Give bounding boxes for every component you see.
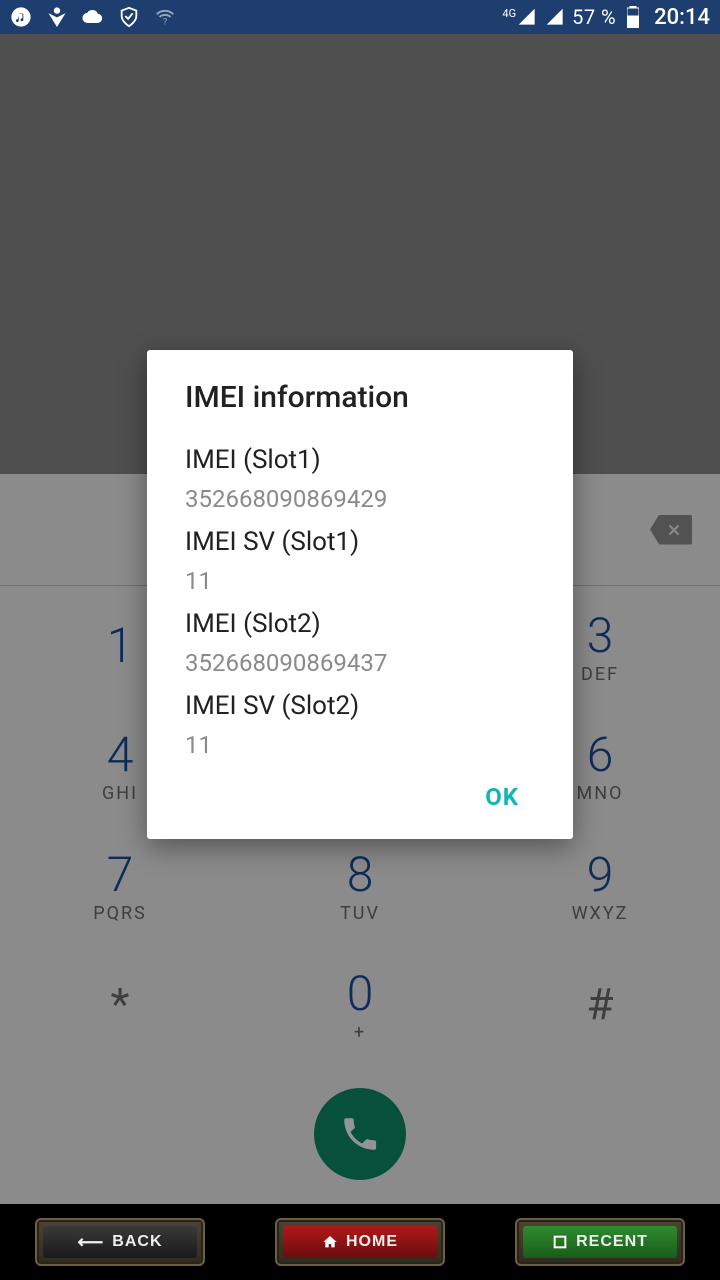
ok-button[interactable]: OK: [469, 775, 535, 819]
shield-check-icon: [118, 6, 140, 28]
nav-home-label: HOME: [346, 1233, 398, 1251]
battery-icon: [622, 6, 644, 28]
imeisv-slot2-value: 11: [185, 731, 535, 759]
battery-percent: 57 %: [572, 5, 616, 29]
status-bar: ? 4G 57 % 20:14: [0, 0, 720, 34]
status-right: 4G 57 % 20:14: [502, 5, 710, 30]
recent-icon: [552, 1234, 568, 1250]
nav-home-button[interactable]: HOME: [275, 1218, 445, 1266]
imei-slot2-value: 352668090869437: [185, 649, 535, 677]
network-type-label: 4G: [502, 9, 516, 19]
person-icon: [46, 6, 68, 28]
nav-back-button[interactable]: ⟵ BACK: [35, 1218, 205, 1266]
nav-recent-button[interactable]: RECENT: [515, 1218, 685, 1266]
cloud-icon: [82, 6, 104, 28]
status-left: ?: [10, 6, 176, 28]
music-note-icon: [10, 6, 32, 28]
imei-slot1-value: 352668090869429: [185, 485, 535, 513]
wifi-question-icon: ?: [154, 6, 176, 28]
nav-back-label: BACK: [112, 1233, 162, 1251]
signal-1-icon: [516, 6, 538, 28]
system-nav-bar: ⟵ BACK HOME RECENT: [0, 1204, 720, 1280]
dialog-title: IMEI information: [185, 380, 535, 415]
svg-text:?: ?: [163, 17, 167, 27]
arrow-left-icon: ⟵: [77, 1232, 104, 1253]
clock: 20:14: [650, 5, 710, 30]
imeisv-slot1-label: IMEI SV (Slot1): [185, 527, 535, 557]
imeisv-slot1-value: 11: [185, 567, 535, 595]
imei-dialog: IMEI information IMEI (Slot1) 3526680908…: [147, 350, 573, 839]
imeisv-slot2-label: IMEI SV (Slot2): [185, 691, 535, 721]
imei-slot2-label: IMEI (Slot2): [185, 609, 535, 639]
home-icon: [322, 1234, 338, 1250]
nav-recent-label: RECENT: [576, 1233, 648, 1251]
imei-slot1-label: IMEI (Slot1): [185, 445, 535, 475]
signal-2-icon: [544, 6, 566, 28]
